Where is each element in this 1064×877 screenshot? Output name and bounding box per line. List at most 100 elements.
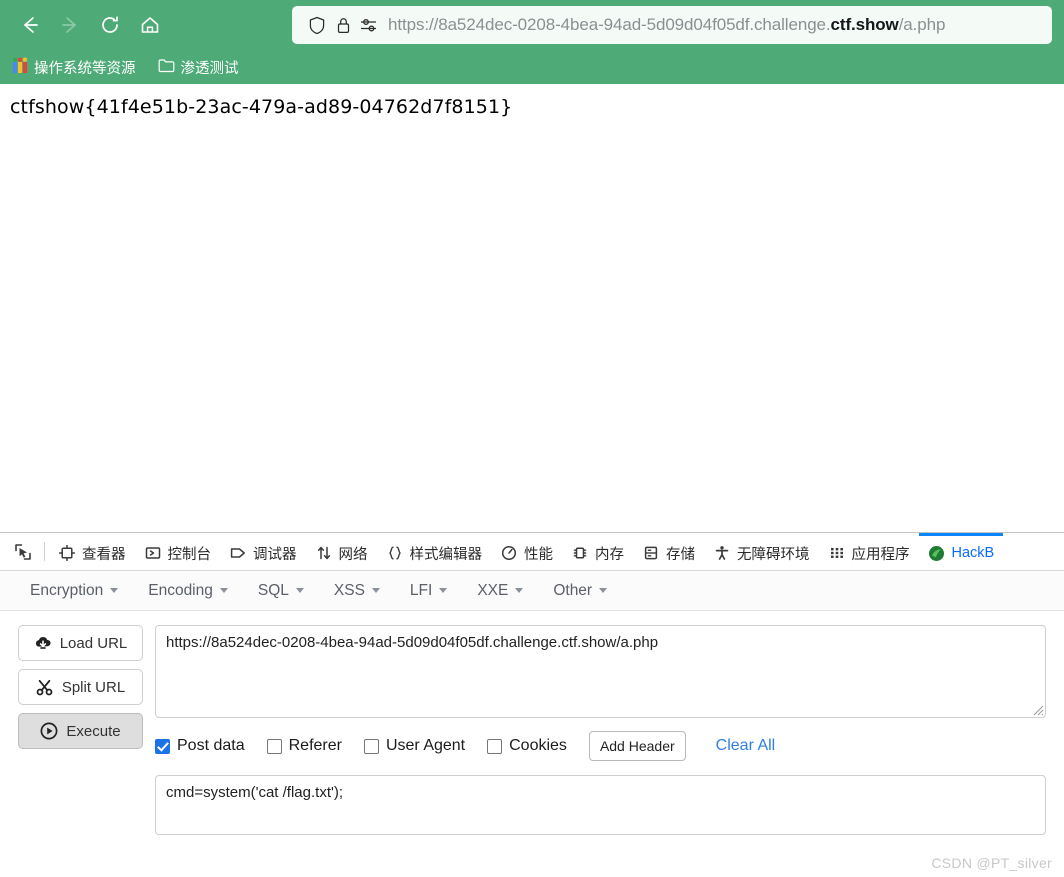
devtools-tab-label: HackB <box>951 545 995 561</box>
devtools-tab-label: 无障碍环境 <box>737 546 810 563</box>
add-header-button[interactable]: Add Header <box>588 731 686 761</box>
braces-icon <box>386 544 404 562</box>
option-referer[interactable]: Referer <box>266 737 342 755</box>
console-icon <box>144 544 162 562</box>
devtools-tab-hackbar[interactable]: HackB <box>918 533 1004 570</box>
hackbar-options-row: Post data Referer User Agent Cookies Add… <box>155 731 1046 761</box>
devtools-tab-label: 样式编辑器 <box>409 546 483 563</box>
hackbar-menu-xxe[interactable]: XXE <box>465 577 535 605</box>
devtools-tab-performance[interactable]: 性能 <box>491 533 562 570</box>
clear-all-link[interactable]: Clear All <box>716 737 776 755</box>
hackbar-menu-encryption[interactable]: Encryption <box>18 577 130 605</box>
hackbar-menu-other[interactable]: Other <box>541 577 619 605</box>
play-circle-icon <box>40 722 58 740</box>
bookmark-item-1[interactable]: 渗透测试 <box>156 55 241 80</box>
button-label: Execute <box>66 722 121 740</box>
colorful-folder-icon <box>12 57 28 78</box>
option-label: User Agent <box>385 737 466 754</box>
user-agent-checkbox[interactable] <box>363 738 379 754</box>
split-url-button[interactable]: Split URL <box>18 669 143 705</box>
back-button[interactable] <box>10 5 50 45</box>
devtools-tab-accessibility[interactable]: 无障碍环境 <box>704 533 819 570</box>
reload-button[interactable] <box>90 5 130 45</box>
option-cookies[interactable]: Cookies <box>487 737 567 755</box>
devtools-tab-debugger[interactable]: 调试器 <box>220 533 306 570</box>
cookies-checkbox[interactable] <box>487 738 503 754</box>
post-data-checkbox[interactable] <box>155 738 170 754</box>
shield-icon[interactable] <box>304 13 330 37</box>
devtools-tab-label: 控制台 <box>167 546 212 563</box>
bookmark-label: 操作系统等资源 <box>34 60 136 77</box>
home-icon <box>141 17 159 33</box>
forward-button[interactable] <box>50 5 90 45</box>
devtools-tab-application[interactable]: 应用程序 <box>819 533 919 570</box>
chevron-down-icon <box>110 588 119 593</box>
devtools-tab-label: 内存 <box>595 546 624 563</box>
devtools-tab-network[interactable]: 网络 <box>306 533 377 570</box>
option-user-agent[interactable]: User Agent <box>363 737 466 755</box>
devtools-tab-label: 调试器 <box>253 546 297 563</box>
chevron-down-icon <box>599 588 608 593</box>
home-button[interactable] <box>130 5 170 45</box>
bookmark-label: 渗透测试 <box>180 60 239 77</box>
hackbar-menu-sql[interactable]: SQL <box>246 577 316 605</box>
chevron-down-icon <box>439 588 448 593</box>
permissions-sliders-icon[interactable] <box>356 13 382 37</box>
option-label: Cookies <box>509 737 567 754</box>
hackbar-menu-xss[interactable]: XSS <box>322 577 392 605</box>
url-textarea-wrapper <box>155 625 1046 718</box>
url-input[interactable] <box>155 625 1046 718</box>
hackbar-icon <box>928 544 946 562</box>
bookmark-item-0[interactable]: 操作系统等资源 <box>10 55 138 80</box>
chevron-down-icon <box>515 588 524 593</box>
devtools-tab-label: 存储 <box>666 546 695 563</box>
url-prefix: https://8a524dec-0208-4bea-94ad-5d09d04f… <box>388 15 831 34</box>
devtools-tabbar: 查看器 控制台 调试器 网络 样式编辑器 性能 内存 存储 无障碍环境 应用程序… <box>0 533 1064 571</box>
hackbar-menu-encoding[interactable]: Encoding <box>136 577 240 605</box>
cloud-download-icon <box>34 634 52 652</box>
hackbar-menu-lfi[interactable]: LFI <box>398 577 459 605</box>
menu-label: SQL <box>257 581 289 599</box>
menu-label: Other <box>553 581 593 599</box>
toolbar-divider <box>44 542 45 561</box>
address-bar[interactable]: https://8a524dec-0208-4bea-94ad-5d09d04f… <box>292 6 1052 44</box>
menu-label: LFI <box>409 581 433 599</box>
menu-label: XXE <box>477 581 509 599</box>
application-grid-icon <box>828 544 846 562</box>
storage-icon <box>642 544 660 562</box>
hackbar-inputs: Post data Referer User Agent Cookies A <box>155 625 1046 835</box>
devtools-tab-label: 网络 <box>338 546 368 563</box>
page-content: ctfshow{41f4e51b-23ac-479a-ad89-04762d7f… <box>0 84 1064 532</box>
element-picker-button[interactable] <box>6 533 40 570</box>
browser-chrome: https://8a524dec-0208-4bea-94ad-5d09d04f… <box>0 0 1064 84</box>
padlock-icon[interactable] <box>330 13 356 37</box>
address-bar-url[interactable]: https://8a524dec-0208-4bea-94ad-5d09d04f… <box>388 15 945 35</box>
network-arrows-icon <box>315 544 333 562</box>
load-url-button[interactable]: Load URL <box>18 625 143 661</box>
post-data-input[interactable] <box>155 775 1046 835</box>
option-post-data[interactable]: Post data <box>155 737 245 755</box>
devtools-tab-memory[interactable]: 内存 <box>562 533 633 570</box>
devtools-tab-label: 应用程序 <box>851 546 910 563</box>
element-picker-icon <box>15 543 31 560</box>
devtools-tab-inspector[interactable]: 查看器 <box>49 533 135 570</box>
devtools-tab-storage[interactable]: 存储 <box>633 533 704 570</box>
devtools-tab-console[interactable]: 控制台 <box>135 533 221 570</box>
devtools-panel: 查看器 控制台 调试器 网络 样式编辑器 性能 内存 存储 无障碍环境 应用程序… <box>0 532 1064 877</box>
devtools-tab-label: 性能 <box>524 546 553 563</box>
performance-gauge-icon <box>500 544 518 562</box>
referer-checkbox[interactable] <box>266 738 282 754</box>
reload-icon <box>102 16 118 33</box>
option-label: Post data <box>177 737 245 754</box>
menu-label: Encoding <box>148 581 213 599</box>
url-host: ctf.show <box>830 15 899 34</box>
button-label: Split URL <box>61 678 126 696</box>
memory-icon <box>571 544 589 562</box>
chevron-down-icon <box>219 588 228 593</box>
execute-button[interactable]: Execute <box>18 713 143 749</box>
menu-label: Encryption <box>30 581 104 599</box>
hackbar-body: Load URL Split URL Execute https://8a524… <box>0 611 1064 835</box>
chevron-down-icon <box>371 588 380 593</box>
back-arrow-icon <box>24 17 38 33</box>
devtools-tab-style-editor[interactable]: 样式编辑器 <box>377 533 492 570</box>
